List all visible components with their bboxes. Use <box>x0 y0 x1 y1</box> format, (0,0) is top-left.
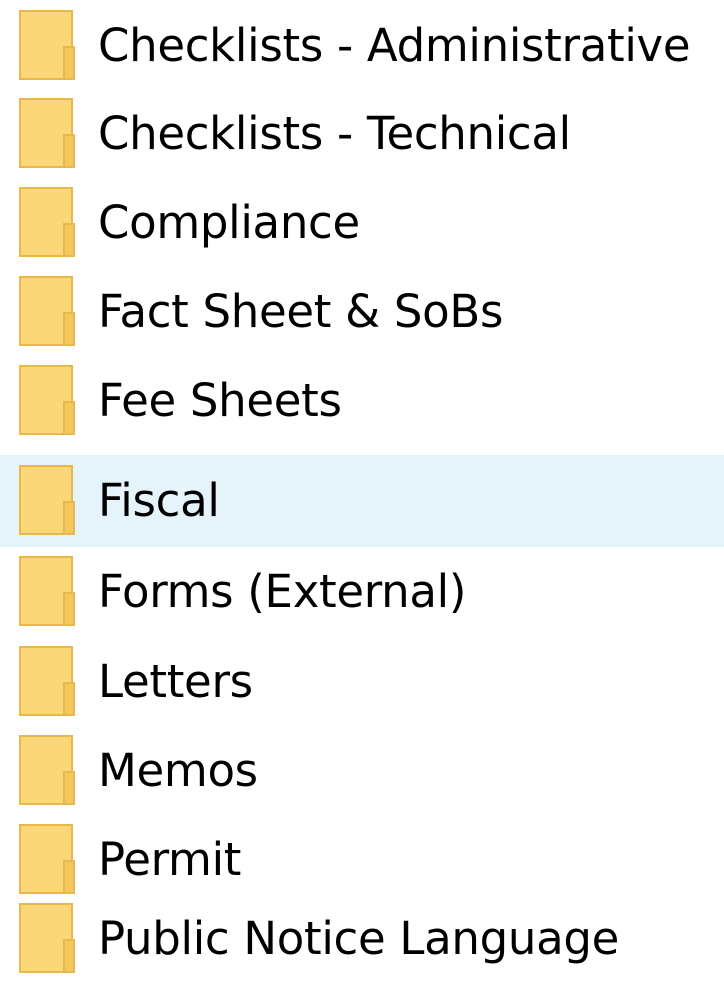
list-item-checklists-technical[interactable]: Checklists - Technical <box>0 88 724 180</box>
folder-icon <box>19 365 75 435</box>
folder-icon <box>19 556 75 626</box>
list-item-forms-external[interactable]: Forms (External) <box>0 546 724 638</box>
folder-icon <box>19 98 75 168</box>
folder-name: Public Notice Language <box>98 912 620 965</box>
folder-name: Fee Sheets <box>98 374 342 427</box>
folder-icon <box>19 10 75 80</box>
list-item-fee-sheets[interactable]: Fee Sheets <box>0 355 724 447</box>
list-item-fiscal[interactable]: Fiscal <box>0 455 724 547</box>
folder-icon <box>19 903 75 973</box>
folder-name: Fiscal <box>98 474 220 527</box>
folder-name: Fact Sheet & SoBs <box>98 285 504 338</box>
folder-name: Letters <box>98 655 253 708</box>
folder-icon <box>19 465 75 535</box>
list-item-memos[interactable]: Memos <box>0 725 724 817</box>
list-item-checklists-administrative[interactable]: Checklists - Administrative <box>0 0 724 92</box>
folder-name: Compliance <box>98 196 360 249</box>
list-item-compliance[interactable]: Compliance <box>0 177 724 269</box>
list-item-letters[interactable]: Letters <box>0 636 724 728</box>
list-item-public-notice-language[interactable]: Public Notice Language <box>0 893 724 985</box>
folder-icon <box>19 735 75 805</box>
folder-name: Checklists - Administrative <box>98 19 691 72</box>
list-item-fact-sheet-sobs[interactable]: Fact Sheet & SoBs <box>0 266 724 358</box>
folder-name: Forms (External) <box>98 565 467 618</box>
folder-name: Memos <box>98 744 258 797</box>
folder-icon <box>19 276 75 346</box>
folder-icon <box>19 646 75 716</box>
folder-icon <box>19 187 75 257</box>
folder-icon <box>19 824 75 894</box>
folder-name: Checklists - Technical <box>98 107 571 160</box>
